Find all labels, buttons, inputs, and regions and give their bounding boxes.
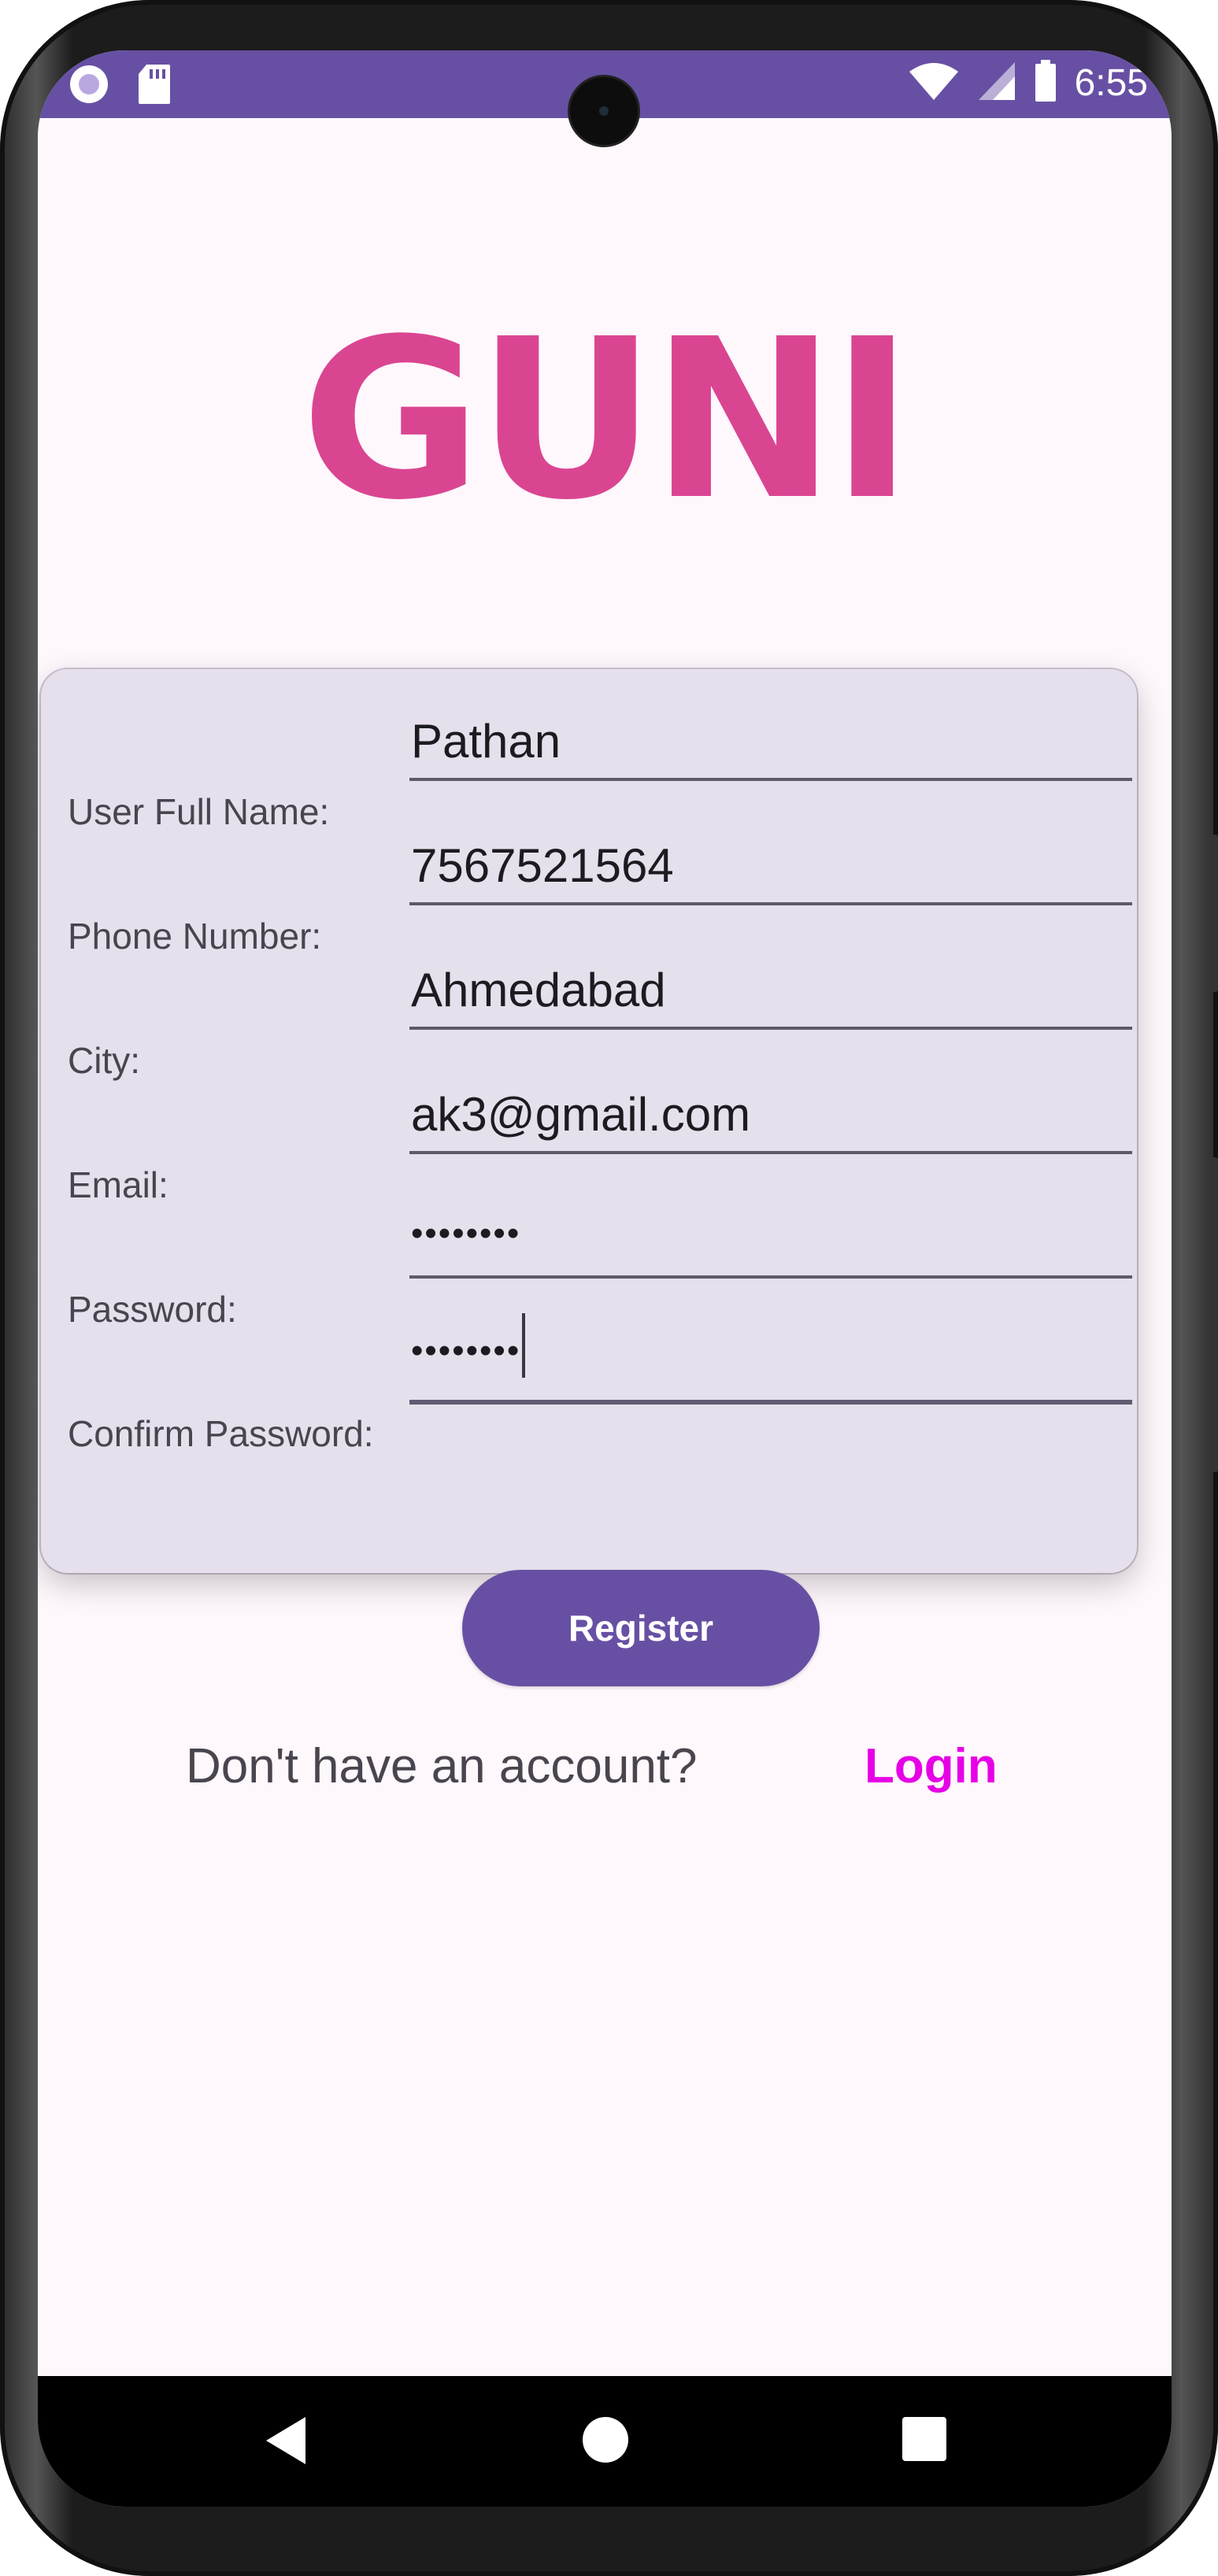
power-button [1210, 1157, 1218, 1472]
confirm-password-row: Confirm Password: •••••••• [41, 1291, 1137, 1454]
full-name-row: User Full Name: Pathan [41, 669, 1137, 832]
text-cursor [522, 1313, 526, 1378]
full-name-value: Pathan [411, 715, 561, 768]
confirm-password-value: •••••••• [411, 1331, 521, 1370]
confirm-password-label: Confirm Password: [68, 1413, 374, 1454]
login-link[interactable]: Login [864, 1738, 998, 1794]
city-input[interactable]: Ahmedabad [409, 957, 1132, 1030]
phone-row: Phone Number: 7567521564 [41, 794, 1137, 957]
no-account-prompt: Don't have an account? [186, 1739, 698, 1793]
record-icon [68, 63, 110, 109]
wifi-icon [908, 61, 960, 105]
email-value: ak3@gmail.com [411, 1088, 751, 1141]
back-icon[interactable] [266, 2417, 305, 2464]
battery-icon [1034, 60, 1057, 106]
register-button[interactable]: Register [462, 1570, 820, 1686]
signal-icon [977, 61, 1016, 105]
password-value: •••••••• [411, 1214, 521, 1253]
city-row: City: Ahmedabad [41, 918, 1137, 1081]
confirm-password-value-wrap: •••••••• [411, 1313, 526, 1378]
email-input[interactable]: ak3@gmail.com [409, 1082, 1132, 1154]
home-icon[interactable] [583, 2417, 628, 2463]
status-time: 6:55 [1074, 62, 1148, 104]
phone-input[interactable]: 7567521564 [409, 833, 1132, 905]
app-logo: GUNI [301, 292, 913, 549]
confirm-password-input[interactable]: •••••••• [409, 1313, 1132, 1405]
screen: 6:55 GUNI User Full Name: Pathan Phone N… [38, 50, 1172, 2507]
phone-frame: 6:55 GUNI User Full Name: Pathan Phone N… [0, 0, 1218, 2576]
city-value: Ahmedabad [411, 964, 666, 1016]
sd-card-icon [137, 63, 172, 109]
phone-value: 7567521564 [411, 839, 674, 892]
front-camera [570, 77, 638, 145]
recents-icon[interactable] [902, 2417, 946, 2461]
navigation-bar [38, 2376, 1172, 2507]
password-row: Password: •••••••• [41, 1167, 1137, 1330]
registration-card: User Full Name: Pathan Phone Number: 756… [41, 669, 1137, 1573]
volume-button [1210, 835, 1218, 992]
password-input[interactable]: •••••••• [409, 1206, 1132, 1279]
email-row: Email: ak3@gmail.com [41, 1042, 1137, 1205]
full-name-input[interactable]: Pathan [409, 709, 1132, 781]
